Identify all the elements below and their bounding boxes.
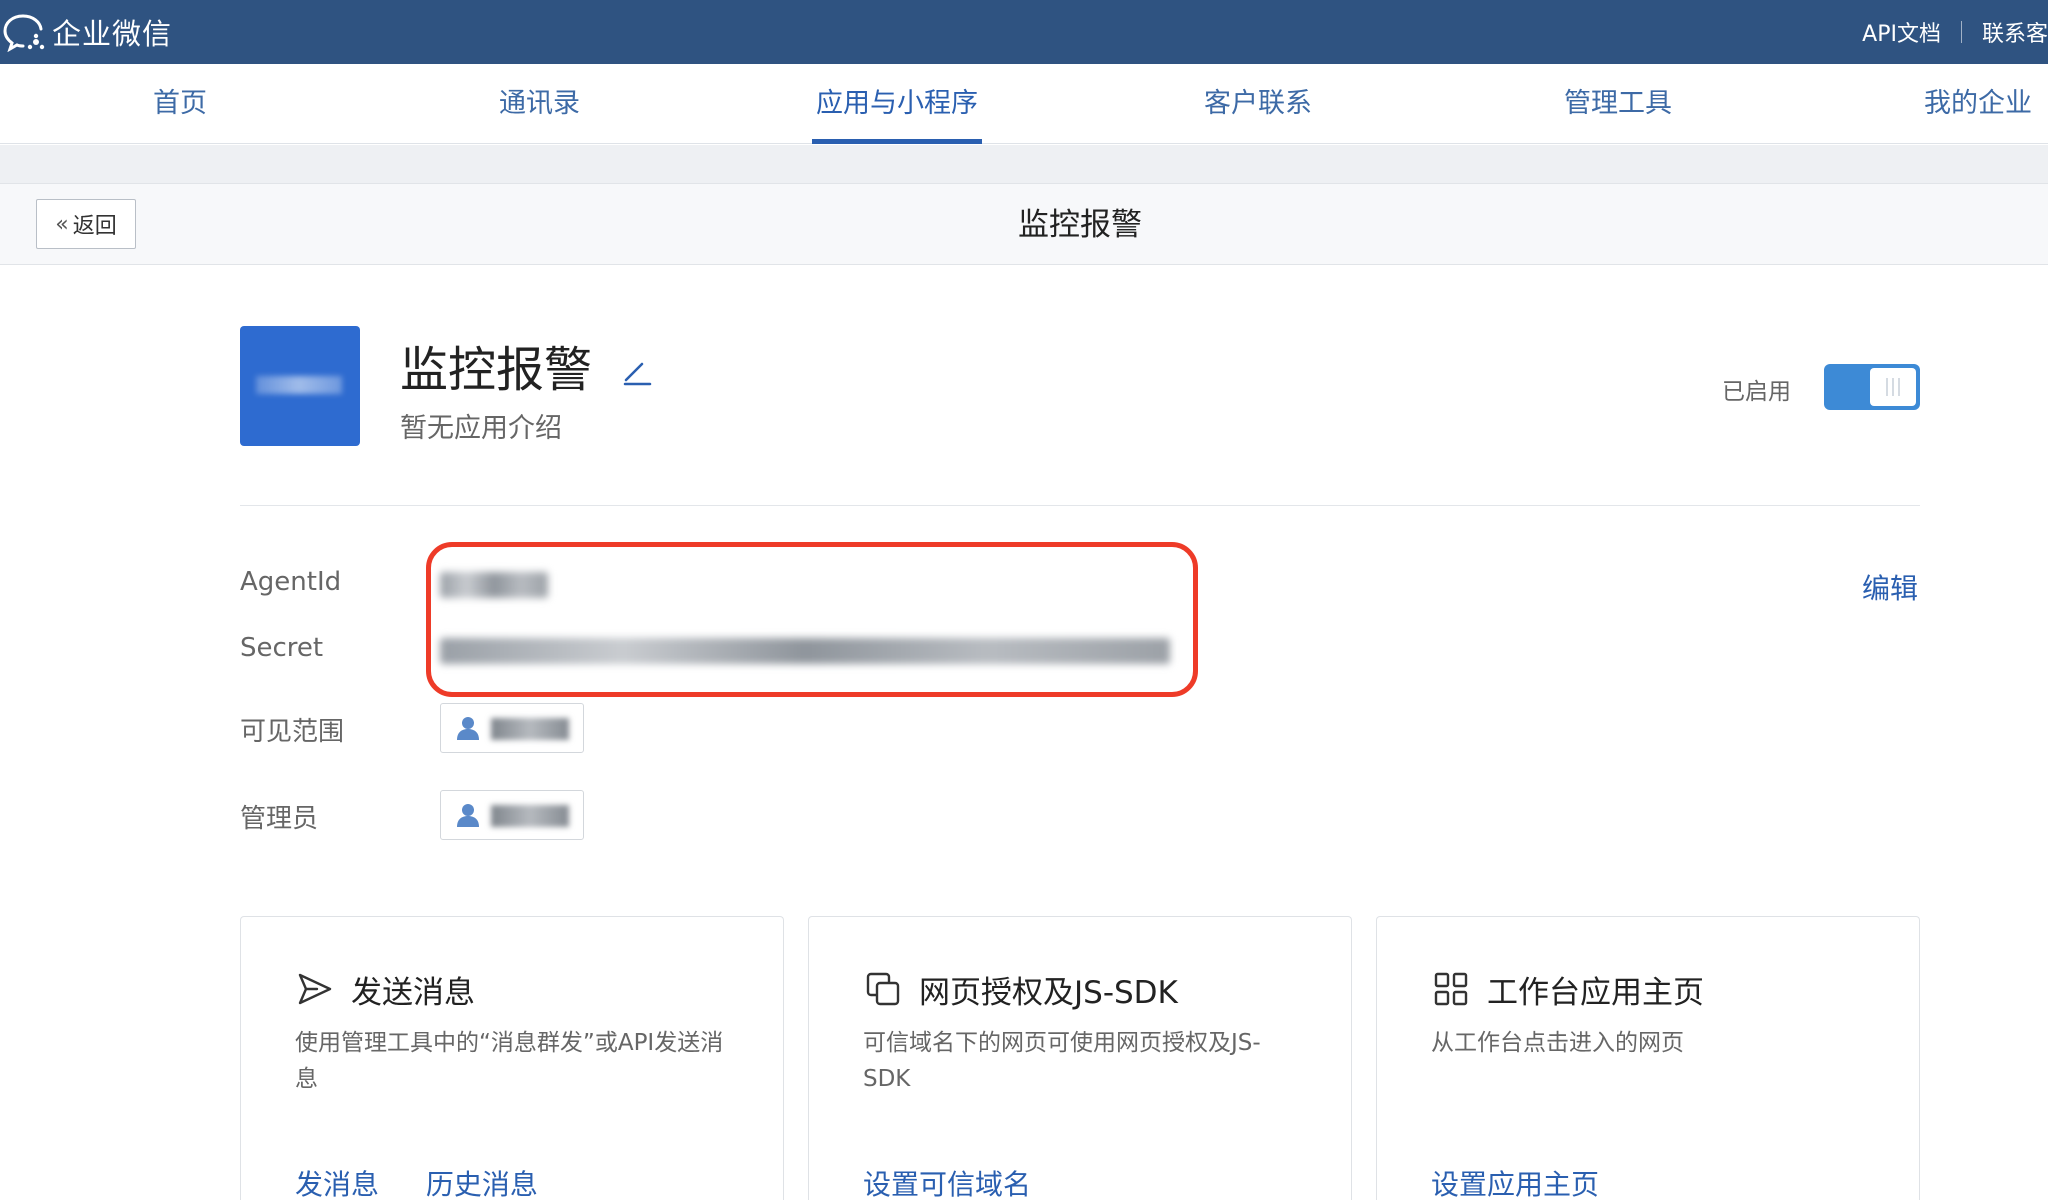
nav-home[interactable]: 首页 (153, 64, 207, 144)
edit-link[interactable]: 编辑 (1862, 567, 1918, 607)
nav-apps[interactable]: 应用与小程序 (812, 64, 982, 144)
card-title: 工作台应用主页 (1487, 975, 1704, 1011)
person-icon (457, 717, 479, 740)
nav-my-company[interactable]: 我的企业 (1924, 64, 2032, 144)
card-title: 发送消息 (351, 975, 475, 1011)
admin-label: 管理员 (240, 804, 319, 834)
card-send-message: 发送消息 使用管理工具中的“消息群发”或API发送消息 发消息 历史消息 (240, 916, 784, 1200)
divider (1960, 21, 1962, 43)
spacer-bar (0, 145, 2048, 183)
send-message-link[interactable]: 发消息 (295, 1168, 379, 1200)
contact-link[interactable]: 联系客 (1982, 16, 2048, 48)
enable-toggle[interactable] (1824, 364, 1920, 410)
set-trusted-domain-link[interactable]: 设置可信域名 (863, 1168, 1031, 1200)
edit-pencil-icon[interactable] (622, 356, 652, 386)
set-app-home-link[interactable]: 设置应用主页 (1431, 1168, 1599, 1200)
card-title: 网页授权及JS-SDK (919, 975, 1178, 1011)
admin-name-redacted (491, 805, 569, 827)
app-icon-blurred-text (256, 376, 342, 394)
card-links: 设置可信域名 (863, 1163, 1069, 1200)
history-link[interactable]: 历史消息 (426, 1168, 538, 1200)
visible-scope-chip[interactable] (440, 703, 584, 753)
nav-customer[interactable]: 客户联系 (1204, 64, 1312, 144)
app-name: 监控报警 (400, 342, 593, 398)
toggle-knob (1870, 368, 1916, 406)
top-bar: 企业微信 API文档 联系客 (0, 0, 2048, 64)
sub-header: « 返回 监控报警 (0, 183, 2048, 265)
api-docs-link[interactable]: API文档 (1862, 16, 1941, 48)
admin-chip[interactable] (440, 790, 584, 840)
card-links: 发消息 历史消息 (295, 1163, 576, 1200)
person-icon (457, 804, 479, 827)
wecom-logo-icon (3, 14, 45, 52)
agentid-label: AgentId (240, 567, 342, 597)
member-name-redacted (491, 718, 569, 740)
card-web-auth: 网页授权及JS-SDK 可信域名下的网页可使用网页授权及JS-SDK 设置可信域… (808, 916, 1352, 1200)
card-workbench-home: 工作台应用主页 从工作台点击进入的网页 设置应用主页 (1376, 916, 1920, 1200)
app-description: 暂无应用介绍 (400, 413, 562, 444)
card-links: 设置应用主页 (1431, 1163, 1637, 1200)
nav-tools[interactable]: 管理工具 (1564, 64, 1672, 144)
main-nav: 首页 通讯录 应用与小程序 客户联系 管理工具 我的企业 (0, 64, 2048, 144)
logo-text: 企业微信 (52, 17, 173, 51)
logo[interactable]: 企业微信 (2, 12, 172, 52)
highlight-annotation (426, 542, 1198, 697)
divider (240, 505, 1920, 506)
nav-contacts[interactable]: 通讯录 (499, 64, 580, 144)
send-icon (298, 973, 332, 1005)
card-description: 使用管理工具中的“消息群发”或API发送消息 (295, 1030, 724, 1092)
card-description: 从工作台点击进入的网页 (1431, 1030, 1684, 1056)
top-links: API文档 联系客 (1862, 0, 2048, 64)
app-icon[interactable] (240, 326, 360, 446)
grid-icon (1434, 972, 1468, 1006)
card-description: 可信域名下的网页可使用网页授权及JS-SDK (863, 1030, 1261, 1092)
visible-scope-label: 可见范围 (240, 717, 345, 747)
secret-label: Secret (240, 633, 324, 663)
status-label: 已启用 (1722, 379, 1791, 405)
page-title: 监控报警 (1018, 207, 1142, 243)
web-auth-icon (866, 972, 900, 1006)
